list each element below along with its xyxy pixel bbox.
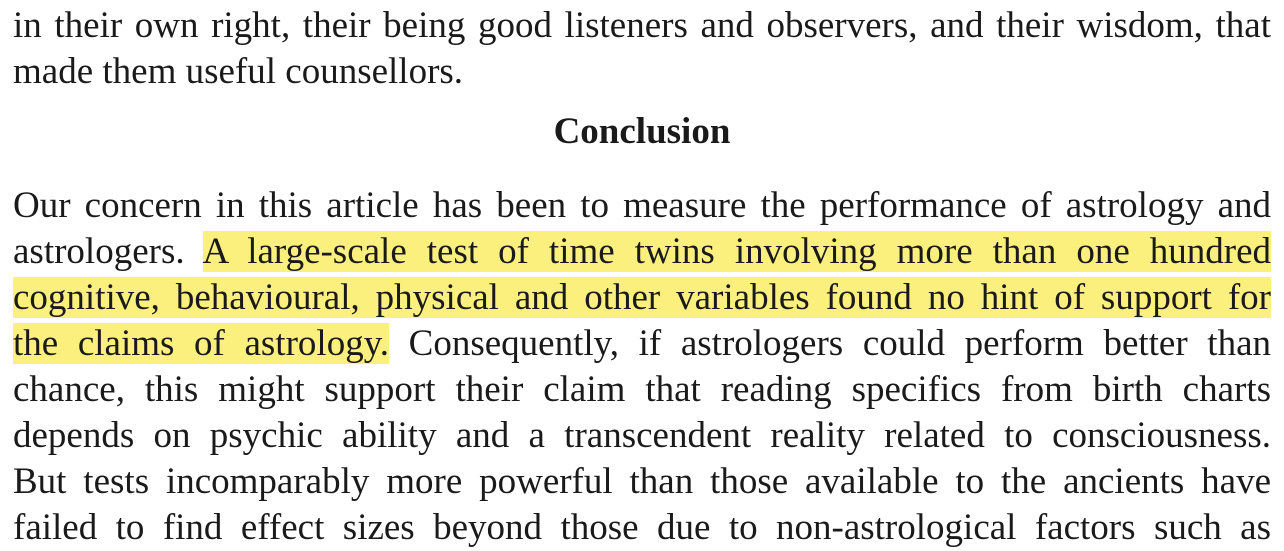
plain-text: Consequently, if astrologers could perfo… <box>389 323 1272 364</box>
highlighted-text: cognitive, behavioural, physical and oth… <box>13 277 1271 318</box>
paragraph-line: astrologers. A large-scale test of time … <box>13 229 1271 275</box>
paragraph-line: Our concern in this article has been to … <box>13 185 1271 226</box>
paragraph-line: chance, this might support their claim t… <box>13 369 1271 410</box>
paragraph-line: the claims of astrology. Consequently, i… <box>13 321 1271 367</box>
paragraph-line: But tests incomparably more powerful tha… <box>13 461 1271 502</box>
conclusion-paragraph: Our concern in this article has been to … <box>13 183 1271 551</box>
paragraph-line: cognitive, behavioural, physical and oth… <box>13 275 1271 321</box>
highlighted-text: A large-scale test of time twins involvi… <box>202 231 1271 272</box>
section-heading: Conclusion <box>553 111 731 152</box>
paragraph-line: depends on psychic ability and a transce… <box>13 415 1271 456</box>
cut-off-line: in their own right, their being good lis… <box>13 5 1271 46</box>
paragraph-line: made them useful counsellors. <box>13 51 464 92</box>
plain-text: astrologers. <box>13 231 203 272</box>
previous-paragraph: in their own right, their being good lis… <box>13 3 1271 95</box>
paragraph-line: failed to find effect sizes beyond those… <box>13 507 1271 548</box>
highlighted-text: the claims of astrology. <box>13 323 390 364</box>
